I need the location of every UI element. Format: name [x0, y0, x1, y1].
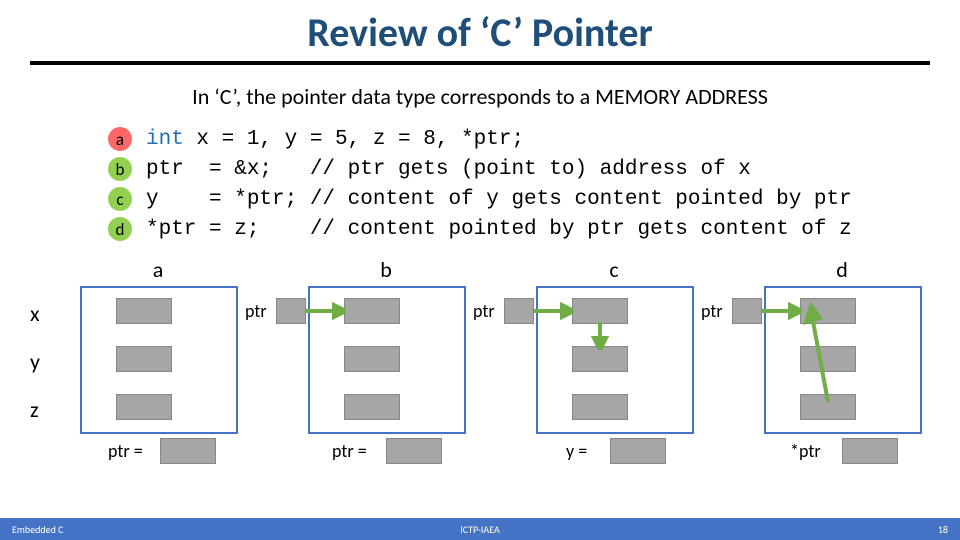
- code-block: a int x = 1, y = 5, z = 8, *ptr; b ptr =…: [108, 124, 930, 244]
- bullet-a: a: [108, 127, 132, 151]
- cell-c-z: [572, 394, 628, 420]
- cell-a-z: [116, 394, 172, 420]
- arrow-d2-icon: [800, 302, 840, 408]
- code-row-d: d *ptr = z; // content pointed by ptr ge…: [108, 214, 930, 244]
- col-label-d: d: [827, 256, 857, 283]
- cell-b-x: [344, 298, 400, 324]
- cell-a-x: [116, 298, 172, 324]
- ptrbox-d-bottom: [842, 438, 898, 464]
- bullet-d: d: [108, 217, 132, 241]
- cell-b-y: [344, 346, 400, 372]
- col-label-c: c: [599, 256, 629, 283]
- bottom-c: y =: [566, 440, 587, 462]
- code-row-a: a int x = 1, y = 5, z = 8, *ptr;: [108, 124, 930, 154]
- code-a: int x = 1, y = 5, z = 8, *ptr;: [146, 128, 524, 151]
- ptrbox-c-bottom: [610, 438, 666, 464]
- cell-b-z: [344, 394, 400, 420]
- bullet-b: b: [108, 157, 132, 181]
- arrow-b-icon: [306, 298, 346, 324]
- code-c: y = *ptr; // content of y gets content p…: [146, 188, 852, 211]
- arrow-c2-icon: [590, 322, 620, 350]
- bottom-a: ptr =: [108, 440, 143, 462]
- ptr-d: [732, 298, 762, 324]
- code-row-b: b ptr = &x; // ptr gets (point to) addre…: [108, 154, 930, 184]
- intro-text: In ‘C’, the pointer data type correspond…: [30, 83, 930, 110]
- ptr-c: [504, 298, 534, 324]
- cell-c-x: [572, 298, 628, 324]
- col-label-b: b: [371, 256, 401, 283]
- footer-center: ICTP-IAEA: [0, 523, 960, 536]
- slide-title: Review of ‘C’ Pointer: [30, 8, 930, 57]
- code-row-c: c y = *ptr; // content of y gets content…: [108, 184, 930, 214]
- row-label-x: x: [30, 300, 40, 327]
- bottom-d: *ptr: [790, 440, 821, 462]
- ptr-label-d: ptr: [701, 300, 723, 322]
- title-rule: [30, 61, 930, 65]
- row-label-y: y: [30, 348, 40, 375]
- arrow-c1-icon: [534, 298, 574, 324]
- row-label-z: z: [30, 396, 39, 423]
- ptrbox-b-bottom: [386, 438, 442, 464]
- col-label-a: a: [143, 256, 173, 283]
- ptr-b: [276, 298, 306, 324]
- bottom-b: ptr =: [332, 440, 367, 462]
- footer: Embedded C ICTP-IAEA 18: [0, 518, 960, 540]
- memory-diagrams: x y z a ptr = b ptr ptr = c ptr y =: [30, 262, 930, 472]
- footer-right: 18: [938, 523, 948, 536]
- ptrbox-a: [160, 438, 216, 464]
- ptr-label-c: ptr: [473, 300, 495, 322]
- bullet-c: c: [108, 187, 132, 211]
- arrow-d1-icon: [762, 298, 802, 324]
- code-d: *ptr = z; // content pointed by ptr gets…: [146, 218, 852, 241]
- code-b: ptr = &x; // ptr gets (point to) address…: [146, 158, 751, 181]
- ptr-label-b: ptr: [245, 300, 267, 322]
- cell-a-y: [116, 346, 172, 372]
